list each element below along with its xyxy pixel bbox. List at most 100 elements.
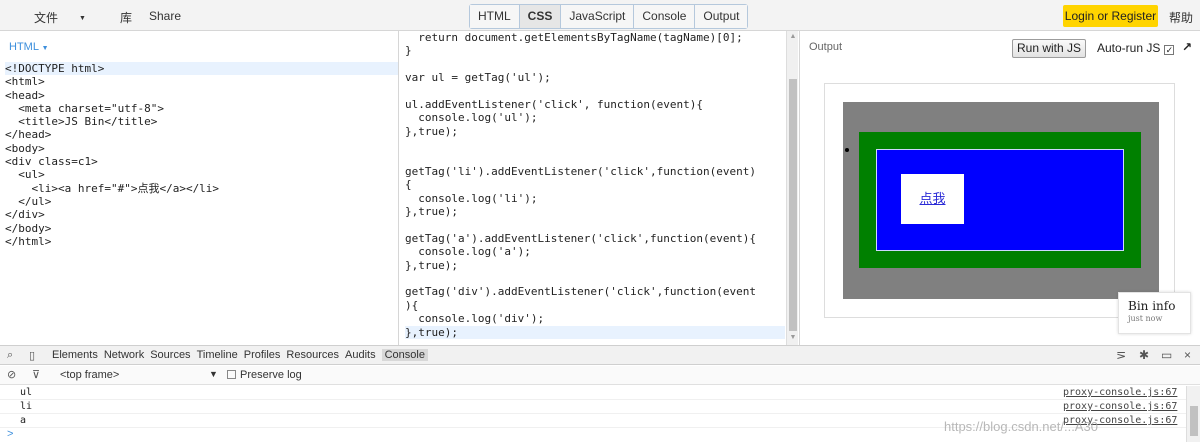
preserve-log-checkbox[interactable] — [227, 370, 236, 379]
list-bullet — [845, 148, 849, 152]
code-line: <head> — [5, 88, 45, 102]
output-label: Output — [809, 41, 843, 53]
code-line: },true); — [405, 124, 458, 138]
bin-info-badge[interactable]: Bin info just now — [1118, 292, 1191, 334]
code-line: <meta charset="utf-8"> — [5, 101, 164, 115]
devtools-tabs: Elements Network Sources Timeline Profil… — [52, 349, 434, 361]
output-frame: 点我 — [824, 83, 1175, 318]
js-scrollbar[interactable]: ▲ ▼ — [786, 31, 798, 345]
menu-library[interactable]: 库 — [120, 9, 132, 26]
menu-file[interactable]: 文件 ▼ — [34, 9, 103, 26]
devtools-tab-elements[interactable]: Elements — [52, 349, 98, 361]
ul-box[interactable]: 点我 — [859, 132, 1141, 268]
dock-icon[interactable]: ▭ — [1161, 348, 1172, 362]
help-link[interactable]: 帮助 — [1169, 9, 1193, 26]
li-box[interactable]: 点我 — [876, 149, 1124, 251]
code-line: console.log('a'); — [405, 245, 531, 259]
javascript-panel: return document.getElementsByTagName(tag… — [400, 31, 786, 345]
code-line: </html> — [5, 234, 52, 248]
show-drawer-icon[interactable]: ⋝ — [1116, 348, 1126, 362]
devtools-toolbar: ⌕ ▯ Elements Network Sources Timeline Pr… — [0, 345, 1200, 365]
console-prompt[interactable]: > — [7, 428, 13, 440]
bin-info-subtitle: just now — [1128, 314, 1163, 323]
link-box[interactable]: 点我 — [901, 174, 964, 224]
code-line: },true); — [405, 325, 785, 339]
arrow-up-right-icon[interactable]: ↗ — [1182, 40, 1192, 54]
tab-console[interactable]: Console — [634, 5, 696, 28]
close-icon[interactable]: × — [1184, 348, 1191, 362]
code-line: var ul = getTag('ul'); — [405, 71, 551, 85]
html-panel: HTML ▼ <!DOCTYPE html> <html> <head> <meta… — [0, 31, 399, 345]
console-message: a — [20, 415, 27, 426]
outer-div-box[interactable]: 点我 — [843, 102, 1159, 299]
autorun-toggle[interactable]: Auto-run JS ✓ — [1097, 41, 1175, 55]
gear-icon[interactable]: ✱ — [1139, 348, 1149, 362]
login-button[interactable]: Login or Register — [1063, 5, 1158, 27]
code-line: </ul> — [5, 194, 52, 208]
code-line: } — [405, 44, 412, 58]
scroll-up-icon[interactable]: ▲ — [789, 33, 797, 41]
chevron-down-icon: ▼ — [79, 15, 86, 22]
html-editor[interactable]: <!DOCTYPE html> <html> <head> <meta charse… — [5, 62, 398, 248]
code-line: },true); — [405, 205, 458, 219]
code-line: getTag('div').addEventListener('click',f… — [405, 285, 756, 299]
chevron-down-icon[interactable]: ▼ — [209, 369, 218, 379]
console-row: li proxy-console.js:67 — [0, 400, 1186, 414]
javascript-editor[interactable]: return document.getElementsByTagName(tag… — [405, 31, 785, 339]
scroll-thumb[interactable] — [789, 79, 797, 331]
code-line: getTag('li').addEventListener('click',fu… — [405, 164, 756, 178]
console-scrollbar[interactable] — [1186, 386, 1200, 442]
clear-console-icon[interactable]: ⊘ — [7, 368, 16, 381]
top-menu: 文件 ▼ 库 Share — [34, 9, 198, 26]
devtools-tab-profiles[interactable]: Profiles — [244, 349, 281, 361]
code-line: <title>JS Bin</title> — [5, 115, 158, 129]
output-panel: Output Run with JS Auto-run JS ✓ ↗ 点我 Bin… — [799, 31, 1200, 345]
tab-css[interactable]: CSS — [519, 5, 562, 28]
html-panel-title[interactable]: HTML ▼ — [9, 41, 49, 53]
devtools-tab-audits[interactable]: Audits — [345, 349, 376, 361]
code-line: console.log('ul'); — [405, 111, 538, 125]
tab-html[interactable]: HTML — [470, 5, 520, 28]
code-line: ul.addEventListener('click', function(ev… — [405, 97, 704, 111]
code-line: <html> — [5, 75, 45, 89]
bin-info-title: Bin info — [1128, 299, 1176, 313]
console-row: ul proxy-console.js:67 — [0, 386, 1186, 400]
code-line: getTag('a').addEventListener('click',fun… — [405, 231, 756, 245]
console-scroll-thumb[interactable] — [1190, 406, 1198, 436]
panel-tabs: HTML CSS JavaScript Console Output — [469, 4, 749, 29]
console-source-link[interactable]: proxy-console.js:67 — [1063, 387, 1177, 398]
devtools-tab-timeline[interactable]: Timeline — [197, 349, 238, 361]
code-line: ){ — [405, 298, 419, 312]
run-with-js-button[interactable]: Run with JS — [1012, 39, 1086, 58]
console-source-link[interactable]: proxy-console.js:67 — [1063, 401, 1177, 412]
devtools-tab-sources[interactable]: Sources — [150, 349, 190, 361]
frame-select[interactable]: <top frame> — [60, 369, 119, 381]
tab-javascript[interactable]: JavaScript — [561, 5, 635, 28]
filter-icon[interactable]: ⊽ — [32, 368, 40, 381]
autorun-checkbox[interactable]: ✓ — [1164, 45, 1175, 55]
code-line: <li><a href="#">点我</a></li> — [5, 181, 220, 195]
preserve-log-toggle[interactable]: Preserve log — [227, 369, 302, 381]
search-icon[interactable]: ⌕ — [7, 349, 13, 362]
devtools-tab-network[interactable]: Network — [104, 349, 144, 361]
chevron-down-icon: ▼ — [41, 45, 49, 52]
scroll-down-icon[interactable]: ▼ — [789, 334, 797, 342]
code-line: },true); — [405, 258, 458, 272]
click-me-link[interactable]: 点我 — [919, 191, 945, 206]
code-line: <ul> — [5, 168, 45, 182]
devtools-tab-console[interactable]: Console — [381, 349, 428, 361]
menu-share[interactable]: Share — [149, 9, 181, 26]
code-line: { — [405, 178, 412, 192]
devtools-tab-resources[interactable]: Resources — [286, 349, 339, 361]
code-line: </body> — [5, 221, 52, 235]
tab-output[interactable]: Output — [695, 5, 748, 28]
code-line: <!DOCTYPE html> — [5, 62, 398, 76]
device-mode-icon[interactable]: ▯ — [29, 349, 35, 362]
code-line: </div> — [5, 208, 45, 222]
code-line: console.log('li'); — [405, 191, 538, 205]
